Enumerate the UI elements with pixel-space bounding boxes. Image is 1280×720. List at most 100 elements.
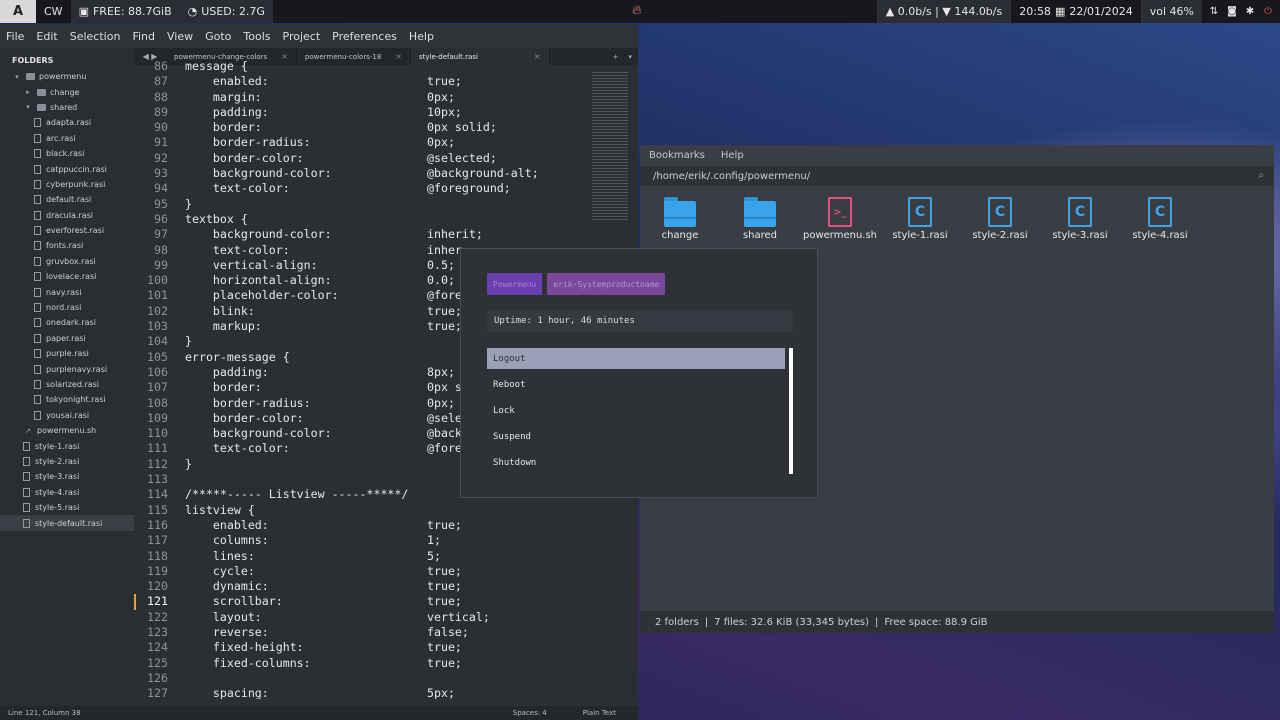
sidebar-item[interactable]: purple.rasi [0,346,134,361]
sidebar-item-label: paper.rasi [46,333,86,343]
code-key: /*****----- Listview -----*****/ [185,487,409,502]
line-number: 119 [147,563,168,578]
sidebar-item[interactable]: style-1.rasi [0,438,134,453]
code-line: 117 columns: 1; [134,533,594,548]
location-bar[interactable]: /home/erik/.config/powermenu/ ⌕ [640,166,1274,186]
path-text: /home/erik/.config/powermenu/ [653,170,811,182]
code-line: 87 enabled: true; [134,74,594,89]
menu-tools[interactable]: Tools [237,30,276,43]
syntax-setting[interactable]: Plain Text [583,709,616,717]
menu-bookmarks[interactable]: Bookmarks [649,150,705,161]
search-icon[interactable]: ⌕ [1258,170,1264,181]
file-grid-item[interactable]: Cstyle-3.rasi [1040,197,1120,241]
menu-edit[interactable]: Edit [30,30,63,43]
sidebar-item[interactable]: solarized.rasi [0,377,134,392]
menu-view[interactable]: View [161,30,199,43]
menu-project[interactable]: Project [277,30,327,43]
line-number: 110 [147,426,168,441]
sidebar-item[interactable]: paper.rasi [0,331,134,346]
file-grid-item[interactable]: >_ powermenu.sh [800,197,880,241]
sidebar-item[interactable]: fonts.rasi [0,238,134,253]
code-line: 89 padding: 10px; [134,105,594,120]
sidebar-item[interactable]: nord.rasi [0,300,134,315]
sidebar-item[interactable]: ▾ powermenu [0,69,134,84]
power-option-shutdown[interactable]: Shutdown [487,452,785,473]
sidebar-item[interactable]: catppuccin.rasi [0,161,134,176]
line-number: 109 [147,410,168,425]
power-option-reboot[interactable]: Reboot [487,374,785,395]
file-grid-item[interactable]: Cstyle-2.rasi [960,197,1040,241]
file-grid-item[interactable]: change [640,197,720,241]
separator: | [704,616,709,628]
code-key: cycle: [185,563,255,578]
file-grid-item[interactable]: Cstyle-4.rasi [1120,197,1200,241]
code-line: 91 border-radius: 0px; [134,135,594,150]
chevron-down-icon[interactable]: ▾ [12,72,22,82]
line-number: 124 [147,640,168,655]
menu-selection[interactable]: Selection [64,30,127,43]
sidebar-item[interactable]: style-5.rasi [0,500,134,515]
sidebar-item[interactable]: ▸ change [0,84,134,99]
sidebar-item[interactable]: ↗ powermenu.sh [0,423,134,438]
sidebar-item[interactable]: style-2.rasi [0,454,134,469]
sidebar-item[interactable]: everforest.rasi [0,223,134,238]
menu-goto[interactable]: Goto [199,30,237,43]
sidebar-item-label: onedark.rasi [46,318,96,328]
sidebar-item[interactable]: gruvbox.rasi [0,254,134,269]
sidebar-item[interactable]: cyberpunk.rasi [0,177,134,192]
code-line: 124 fixed-height: true; [134,640,594,655]
menu-help[interactable]: Help [721,150,744,161]
power-option-logout[interactable]: Logout [487,348,785,369]
menu-find[interactable]: Find [126,30,161,43]
sidebar-item[interactable]: default.rasi [0,192,134,207]
sidebar-item[interactable]: dracula.rasi [0,208,134,223]
sidebar-item[interactable]: yousai.rasi [0,408,134,423]
line-number: 105 [147,349,168,364]
code-key: border-color: [185,410,304,425]
code-key: background-color: [185,166,332,181]
bluetooth-icon[interactable]: ✱ [1244,6,1256,18]
sidebar-item[interactable]: adapta.rasi [0,115,134,130]
launcher-logo[interactable]: A [0,0,36,23]
menu-help[interactable]: Help [403,30,440,43]
uptime-message: Uptime: 1 hour, 46 minutes [487,310,793,332]
menu-file[interactable]: File [0,30,30,43]
power-icon[interactable]: ⏻ [1262,6,1274,18]
updates-icon[interactable]: ⇅ [1208,6,1220,18]
line-number: 92 [154,150,168,165]
screenshot-icon[interactable]: ◙ [1226,6,1238,18]
code-line: 88 margin: 0px; [134,90,594,105]
sidebar-item[interactable]: style-default.rasi [0,515,134,531]
sidebar-item[interactable]: tokyonight.rasi [0,392,134,407]
sidebar-item[interactable]: lovelace.rasi [0,269,134,284]
power-option-lock[interactable]: Lock [487,400,785,421]
sidebar-item-label: arc.rasi [46,133,76,143]
file-grid-item[interactable]: shared [720,197,800,241]
volume-widget[interactable]: vol 46% [1140,0,1202,23]
code-line: 115 listview { [134,503,594,518]
sidebar-item[interactable]: arc.rasi [0,131,134,146]
listview-scrollbar[interactable] [789,348,793,474]
chevron-down-icon[interactable]: ▾ [23,102,33,112]
file-icon [34,226,41,236]
prompt-row: Powermenu erik-Systemproductname [487,273,666,295]
sidebar-item[interactable]: black.rasi [0,146,134,161]
memory-used-text: USED: 2.7G [201,5,265,18]
code-value: 0px; [427,135,455,150]
menu-preferences[interactable]: Preferences [326,30,403,43]
workspace-label[interactable]: CW [36,0,71,23]
sidebar-item[interactable]: navy.rasi [0,284,134,299]
new-tab-icon[interactable]: + [613,53,619,61]
power-option-suspend[interactable]: Suspend [487,426,785,447]
sidebar-item[interactable]: style-4.rasi [0,485,134,500]
sidebar-item[interactable]: style-3.rasi [0,469,134,484]
minimap[interactable] [592,72,628,222]
sidebar-item[interactable]: ▾ shared [0,100,134,115]
file-grid-item[interactable]: Cstyle-1.rasi [880,197,960,241]
tab-list-icon[interactable]: ▾ [628,53,632,61]
sidebar-item[interactable]: onedark.rasi [0,315,134,330]
chevron-right-icon[interactable]: ▸ [23,87,33,97]
indentation-setting[interactable]: Spaces: 4 [513,709,547,717]
sidebar-item[interactable]: purplenavy.rasi [0,361,134,376]
sidebar-item-label: default.rasi [46,195,92,205]
